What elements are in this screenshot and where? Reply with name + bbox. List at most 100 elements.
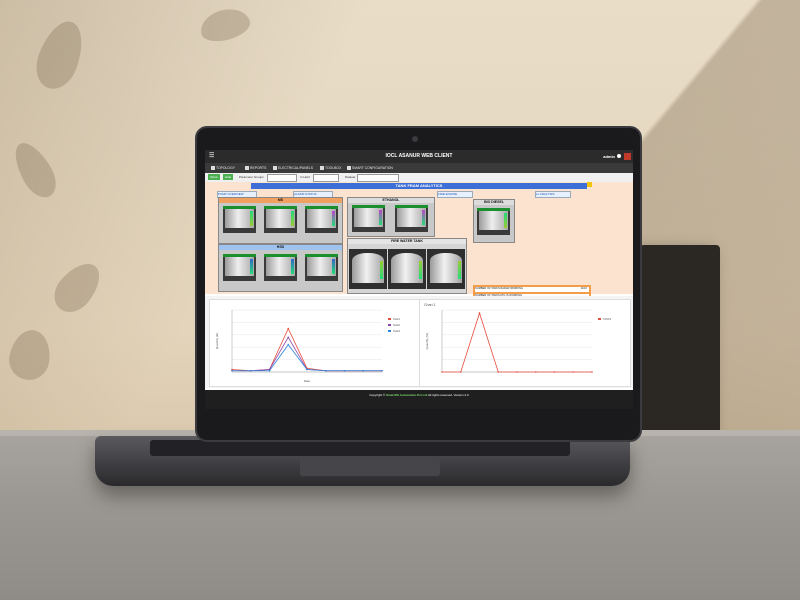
dashboard: TANK FRAM ANALYTICS PUMP OVERVIEW ALARM …: [205, 182, 633, 324]
stat-row: NUMBER OF TANKS RADAR WORKING 11/16: [475, 287, 589, 292]
data-point: [231, 369, 233, 372]
dashboard-title: TANK FRAM ANALYTICS: [251, 183, 587, 189]
fire-water-silo[interactable]: [388, 249, 426, 289]
hsd-group-label: HSD: [219, 245, 342, 250]
tab-topology[interactable]: TOPOLOGY: [211, 163, 235, 173]
parameter-groups-select[interactable]: [267, 174, 297, 182]
screen: ☰ IOCL ASANUR WEB CLIENT admin TOPOLOGY …: [205, 150, 633, 409]
fire-water-silo[interactable]: [349, 249, 387, 289]
fire-water-tank-group: FIRE WATER TANK: [347, 238, 467, 294]
bio-diesel-tank-group: BIO DIESEL: [473, 199, 515, 243]
legend-label: TANK1: [603, 317, 612, 321]
series-line: [442, 311, 592, 373]
keyboard: [150, 440, 570, 456]
tab-bar: TOPOLOGY REPORTS ELECTRICAL/PANELS TOOLB…: [205, 163, 633, 173]
y-axis-label: Quantity (%): [425, 333, 429, 350]
tab-reports[interactable]: REPORTS: [245, 163, 266, 173]
tank[interactable]: [223, 206, 256, 233]
data-point: [287, 327, 290, 330]
close-button[interactable]: [624, 153, 631, 160]
series-line: [232, 344, 382, 372]
window-title: IOCL ASANUR WEB CLIENT: [385, 153, 453, 159]
data-point: [572, 371, 575, 373]
y-axis-label: Quantity (kl): [215, 333, 219, 349]
fire-water-group-label: FIRE WATER TANK: [348, 239, 466, 244]
data-point: [534, 371, 537, 373]
legend-swatch: [388, 324, 391, 326]
chart-title: Chart 1: [424, 303, 436, 307]
tab-fire-engine[interactable]: FIRE ENGINE: [437, 191, 473, 198]
footer-prefix: Copyright ©: [369, 393, 386, 397]
tank[interactable]: [305, 254, 338, 281]
data-point: [249, 369, 252, 372]
data-point: [497, 371, 500, 373]
data-point: [343, 369, 346, 372]
bio-diesel-group-label: BIO DIESEL: [474, 200, 514, 205]
hide-button[interactable]: Hide: [223, 174, 234, 180]
chart-2: Chart 1 Quantity (%) TANK1: [419, 299, 631, 387]
footer: Copyright © SmartOS Automation Pvt Ltd A…: [205, 390, 633, 409]
x-axis-label: Date: [304, 379, 311, 383]
topology-icon: [211, 166, 215, 171]
data-point: [268, 369, 271, 372]
menu-icon[interactable]: ☰: [209, 150, 214, 163]
legend-label: Tank2: [393, 323, 400, 327]
parameter-groups-label: Parameter Groups: [239, 175, 264, 179]
series-line: [232, 336, 382, 372]
data-point: [324, 369, 327, 372]
tank[interactable]: [395, 205, 428, 232]
electrical-icon: [273, 166, 277, 171]
reports-icon: [245, 166, 249, 171]
tab-toolbox[interactable]: TOOLBOX: [320, 163, 341, 173]
chart-1: Quantity (kl) Date Tank1 Tank2 Tank3: [209, 299, 421, 387]
ethanol-group-label: ETHANOL: [348, 198, 434, 203]
hold-select[interactable]: [313, 174, 339, 182]
data-point: [516, 371, 518, 373]
footer-brand[interactable]: SmartOS Automation Pvt Ltd: [386, 393, 427, 397]
fire-water-silo[interactable]: [427, 249, 465, 289]
data-point: [459, 371, 462, 373]
data-point: [306, 368, 308, 371]
data-point: [287, 343, 290, 346]
ethanol-tank-group: ETHANOL: [347, 197, 435, 237]
data-point: [287, 336, 290, 339]
chart-1-svg: Quantity (kl) Date Tank1 Tank2 Tank3: [215, 309, 400, 383]
chart-2-svg: Chart 1 Quantity (%) TANK1: [424, 303, 612, 373]
data-point: [362, 369, 365, 372]
legend-swatch: [388, 330, 391, 332]
ms-group-label: MS: [219, 198, 342, 203]
user-label[interactable]: admin: [603, 150, 615, 163]
tab-smart-configuration[interactable]: SMART CONFIGURATION: [347, 163, 393, 173]
webcam: [412, 136, 418, 142]
hold-label: In Hold: [300, 175, 310, 179]
footer-suffix: All rights reserved. Version 2.0: [427, 393, 469, 397]
legend-label: Tank1: [393, 317, 400, 321]
user-icon[interactable]: [617, 154, 621, 158]
tank[interactable]: [264, 254, 297, 281]
arrow-icon[interactable]: [587, 182, 592, 187]
data-point: [478, 312, 481, 314]
tank[interactable]: [264, 206, 297, 233]
show-button[interactable]: Show: [208, 174, 220, 180]
legend-swatch: [598, 318, 601, 320]
tank[interactable]: [352, 205, 385, 232]
data-point: [553, 371, 556, 373]
tab-ll-analysis[interactable]: LL ANALYSIS: [535, 191, 571, 198]
dataset-select[interactable]: [357, 174, 399, 182]
ms-tank-group: MS: [218, 197, 343, 244]
tab-electrical[interactable]: ELECTRICAL/PANELS: [273, 163, 313, 173]
tank[interactable]: [305, 206, 338, 233]
title-bar: ☰ IOCL ASANUR WEB CLIENT admin: [205, 150, 633, 163]
config-icon: [347, 166, 351, 171]
legend-swatch: [388, 318, 391, 320]
data-point: [591, 371, 593, 373]
dataset-label: Dataset: [345, 175, 356, 179]
data-point: [381, 369, 383, 372]
hsd-tank-group: HSD: [218, 244, 343, 292]
background-box: [640, 245, 720, 450]
tank[interactable]: [477, 208, 510, 235]
legend-label: Tank3: [393, 329, 400, 333]
trackpad: [300, 458, 440, 476]
wrench-icon: [320, 166, 324, 171]
tank[interactable]: [223, 254, 256, 281]
